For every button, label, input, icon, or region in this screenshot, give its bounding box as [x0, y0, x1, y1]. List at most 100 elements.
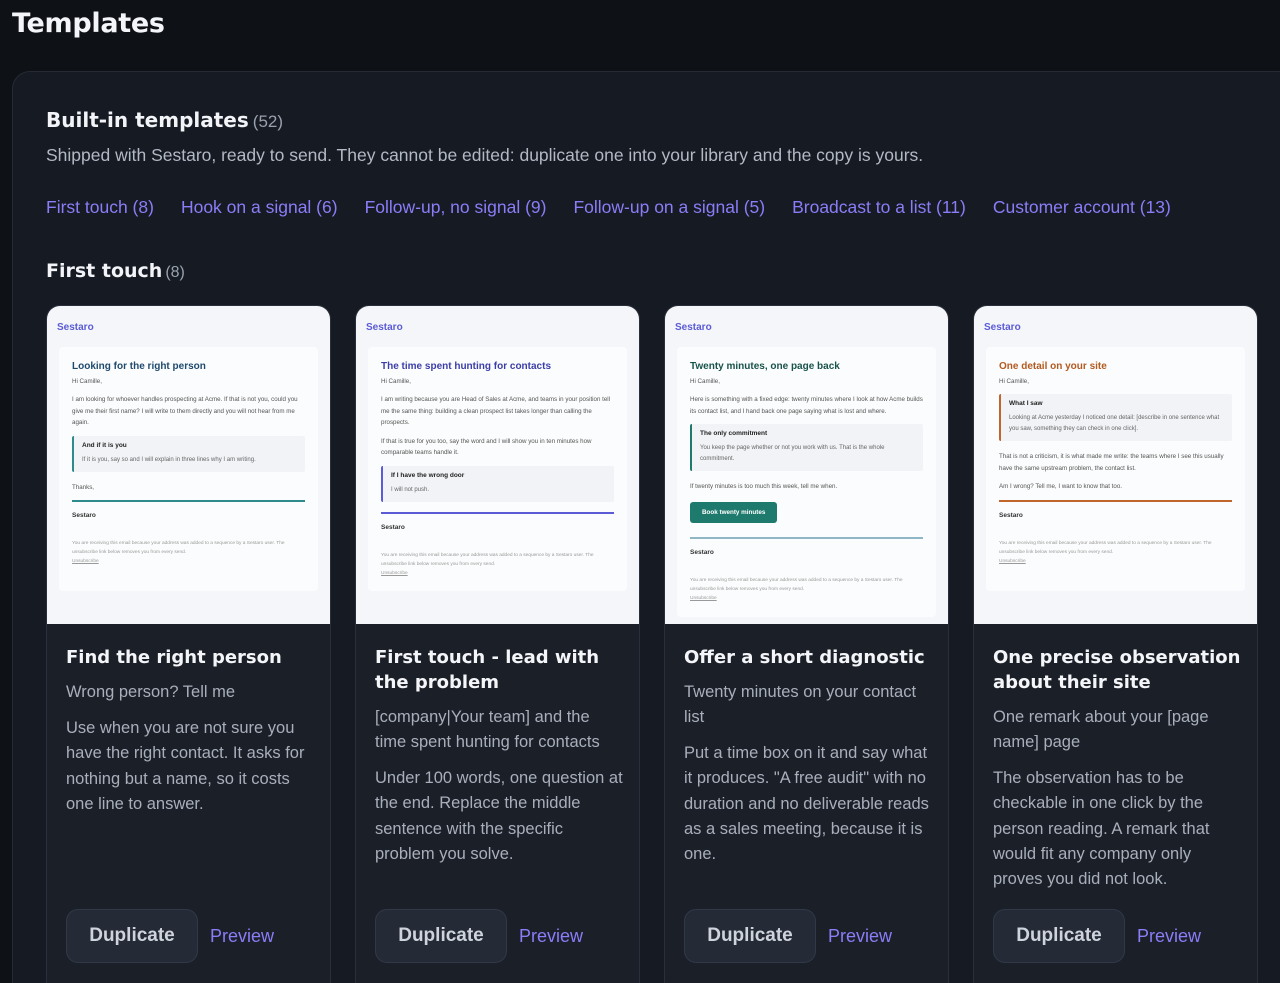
- preview-link[interactable]: Preview: [519, 926, 583, 947]
- email-callout-text: I will not push.: [391, 486, 430, 493]
- email-callout: And if it is you If it is you, say so an…: [72, 435, 305, 472]
- category-link-follow-up-on-signal[interactable]: Follow-up on a signal (5): [573, 197, 765, 218]
- card-title: Find the right person: [66, 647, 282, 668]
- email-signature: Sestaro: [381, 523, 405, 531]
- email-footer: You are receiving this email because you…: [690, 576, 923, 603]
- unsubscribe-link: Unsubscribe: [690, 595, 717, 601]
- email-divider: [72, 500, 305, 502]
- email-footer: You are receiving this email because you…: [381, 551, 614, 578]
- email-signature: Sestaro: [999, 511, 1023, 519]
- card-title: Offer a short diagnostic: [684, 647, 925, 668]
- email-callout-title: And if it is you: [82, 441, 127, 449]
- section-count: (52): [252, 112, 284, 131]
- email-preview[interactable]: Sestaro Twenty minutes, one page back Hi…: [665, 306, 948, 624]
- preview-link[interactable]: Preview: [828, 926, 892, 947]
- email-preview[interactable]: Sestaro Looking for the right person Hi …: [47, 306, 330, 624]
- email-subject: Looking for the right person: [72, 361, 206, 372]
- template-card: Sestaro The time spent hunting for conta…: [355, 305, 640, 983]
- email-greeting: Hi Camille,: [690, 378, 720, 385]
- group-title-text: First touch: [46, 260, 163, 282]
- email-callout: What I saw Looking at Acme yesterday I n…: [999, 394, 1232, 441]
- group-count: (8): [165, 264, 185, 281]
- email-callout: The only commitment You keep the page wh…: [690, 424, 923, 471]
- preview-link[interactable]: Preview: [210, 926, 274, 947]
- email-callout-title: The only commitment: [700, 430, 768, 437]
- email-body: The time spent hunting for contacts Hi C…: [368, 347, 627, 591]
- card-actions: Duplicate Preview: [993, 909, 1201, 963]
- built-in-templates-panel: Built-in templates (52) Shipped with Sest…: [12, 71, 1280, 983]
- email-preview[interactable]: Sestaro The time spent hunting for conta…: [356, 306, 639, 624]
- email-divider: [381, 511, 614, 514]
- page-title: Templates: [12, 8, 165, 39]
- email-paragraph: I am looking for whoever handles prospec…: [72, 396, 298, 426]
- template-card: Sestaro Looking for the right person Hi …: [46, 305, 331, 983]
- email-greeting: Hi Camille,: [72, 378, 102, 385]
- card-subject: Wrong person? Tell me: [66, 683, 236, 701]
- card-actions: Duplicate Preview: [375, 909, 583, 963]
- category-link-hook-on-signal[interactable]: Hook on a signal (6): [181, 197, 338, 218]
- email-divider: [999, 499, 1232, 502]
- email-callout-title: What I saw: [1009, 400, 1043, 407]
- category-link-broadcast[interactable]: Broadcast to a list (11): [792, 197, 966, 218]
- email-closing: Thanks,: [72, 483, 95, 491]
- card-description: Use when you are not sure you have the r…: [66, 719, 305, 813]
- email-greeting: Hi Camille,: [999, 378, 1029, 385]
- card-description: Under 100 words, one question at the end…: [375, 769, 623, 863]
- email-subject: The time spent hunting for contacts: [381, 361, 552, 372]
- email-brand: Sestaro: [366, 322, 403, 333]
- template-card: Sestaro One detail on your site Hi Camil…: [973, 305, 1258, 983]
- card-subject: [company|Your team] and the time spent h…: [375, 708, 600, 751]
- email-paragraph: If twenty minutes is too much this week,…: [690, 483, 838, 490]
- email-subject: Twenty minutes, one page back: [690, 361, 840, 372]
- email-brand: Sestaro: [984, 322, 1021, 333]
- email-paragraph: Here is something with a fixed edge: twe…: [690, 396, 923, 415]
- category-link-follow-up-no-signal[interactable]: Follow-up, no signal (9): [365, 197, 547, 218]
- email-callout-text: Looking at Acme yesterday I noticed one …: [1009, 415, 1220, 432]
- card-title: One precise observation about their site: [993, 647, 1241, 693]
- group-title: First touch (8): [46, 260, 185, 282]
- email-paragraph: That is not a criticism, it is what made…: [999, 453, 1224, 472]
- email-footer: You are receiving this email because you…: [999, 539, 1232, 566]
- category-link-customer-account[interactable]: Customer account (13): [993, 197, 1171, 218]
- duplicate-button[interactable]: Duplicate: [993, 909, 1125, 963]
- section-title: Built-in templates (52): [46, 108, 283, 132]
- email-footer-text: You are receiving this email because you…: [999, 540, 1212, 555]
- email-callout-text: If it is you, say so and I will explain …: [82, 456, 256, 463]
- email-callout-text: You keep the page whether or not you wor…: [700, 445, 885, 462]
- card-actions: Duplicate Preview: [66, 909, 274, 963]
- email-brand: Sestaro: [675, 322, 712, 333]
- email-callout-title: If I have the wrong door: [391, 471, 465, 479]
- preview-link[interactable]: Preview: [1137, 926, 1201, 947]
- email-footer-text: You are receiving this email because you…: [690, 577, 903, 592]
- card-actions: Duplicate Preview: [684, 909, 892, 963]
- card-subject: One remark about your [page name] page: [993, 708, 1209, 751]
- unsubscribe-link: Unsubscribe: [381, 570, 408, 576]
- duplicate-button[interactable]: Duplicate: [66, 909, 198, 963]
- email-greeting: Hi Camille,: [381, 378, 411, 385]
- email-signature: Sestaro: [690, 548, 714, 556]
- card-description: Put a time box on it and say what it pro…: [684, 744, 929, 864]
- email-preview[interactable]: Sestaro One detail on your site Hi Camil…: [974, 306, 1257, 624]
- email-subject: One detail on your site: [999, 361, 1107, 372]
- card-description: The observation has to be checkable in o…: [993, 769, 1210, 889]
- email-paragraph: I am writing because you are Head of Sal…: [381, 396, 611, 426]
- email-footer-text: You are receiving this email because you…: [381, 552, 594, 567]
- email-paragraph: Am I wrong? Tell me, I want to know that…: [999, 483, 1123, 490]
- duplicate-button[interactable]: Duplicate: [375, 909, 507, 963]
- card-subject: Twenty minutes on your contact list: [684, 683, 917, 726]
- section-description: Shipped with Sestaro, ready to send. The…: [46, 145, 924, 165]
- email-brand: Sestaro: [57, 322, 94, 333]
- email-signature: Sestaro: [72, 512, 96, 519]
- email-footer: You are receiving this email because you…: [72, 539, 305, 566]
- email-paragraph: If that is true for you too, say the wor…: [381, 437, 592, 457]
- unsubscribe-link: Unsubscribe: [999, 558, 1026, 564]
- category-link-first-touch[interactable]: First touch (8): [46, 197, 154, 218]
- duplicate-button[interactable]: Duplicate: [684, 909, 816, 963]
- email-cta-button: Book twenty minutes: [690, 501, 778, 523]
- section-title-text: Built-in templates: [46, 108, 249, 132]
- email-footer-text: You are receiving this email because you…: [72, 541, 285, 555]
- card-title: First touch - lead with the problem: [375, 647, 600, 693]
- unsubscribe-link: Unsubscribe: [72, 559, 99, 564]
- category-nav: First touch (8) Hook on a signal (6) Fol…: [46, 197, 1171, 218]
- email-body: Twenty minutes, one page back Hi Camille…: [677, 347, 936, 617]
